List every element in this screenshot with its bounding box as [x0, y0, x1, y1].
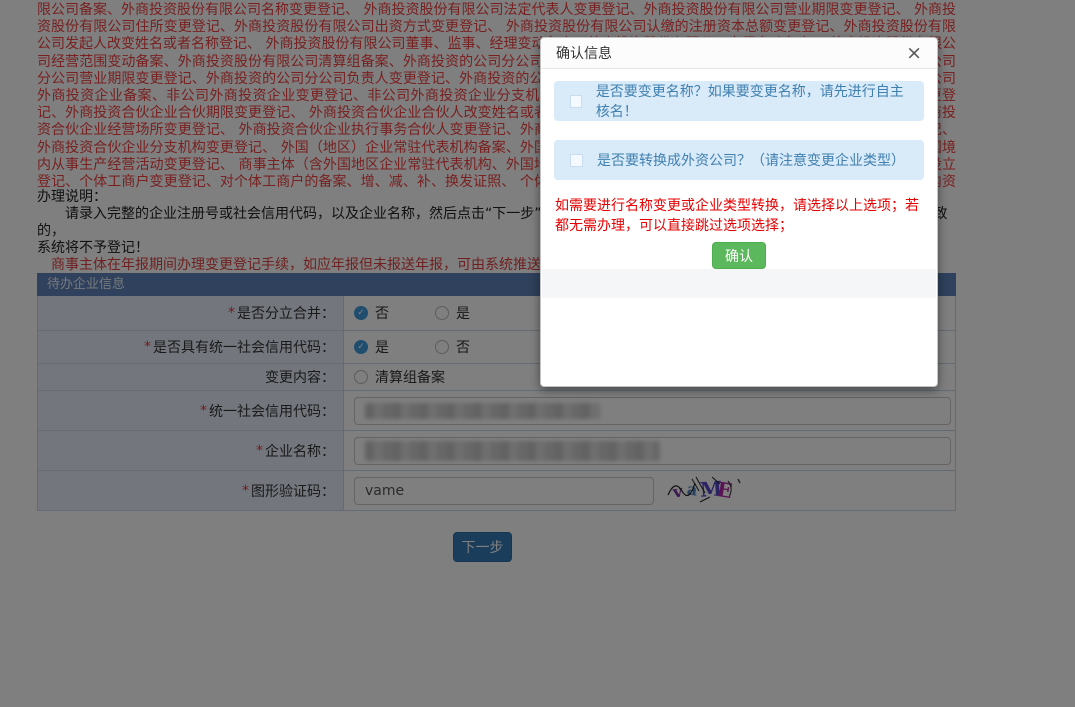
- option-text: 是否要转换成外资公司？（请注意变更企业类型）: [597, 150, 905, 170]
- checkbox-unchecked-icon[interactable]: [570, 154, 583, 167]
- confirm-info-dialog: 确认信息 × 是否要变更名称？如果要变更名称，请先进行自主核名！ 是否要转换成外…: [540, 37, 938, 387]
- close-icon[interactable]: ×: [906, 44, 922, 63]
- decoration-band: [542, 269, 936, 298]
- dialog-body: 是否要变更名称？如果要变更名称，请先进行自主核名！ 是否要转换成外资公司？（请注…: [541, 81, 937, 269]
- option-convert-foreign-company[interactable]: 是否要转换成外资公司？（请注意变更企业类型）: [554, 140, 924, 180]
- dialog-title: 确认信息: [556, 43, 906, 63]
- option-text: 是否要变更名称？如果要变更名称，请先进行自主核名！: [596, 81, 908, 121]
- dialog-actions: 确认: [541, 242, 937, 269]
- dialog-notice-text: 如需要进行名称变更或企业类型转换，请选择以上选项；若都无需办理，可以直接跳过选项…: [555, 196, 923, 236]
- checkbox-unchecked-icon[interactable]: [570, 95, 582, 108]
- dialog-header: 确认信息 ×: [541, 38, 937, 69]
- option-change-name[interactable]: 是否要变更名称？如果要变更名称，请先进行自主核名！: [554, 81, 924, 121]
- confirm-button[interactable]: 确认: [712, 242, 766, 269]
